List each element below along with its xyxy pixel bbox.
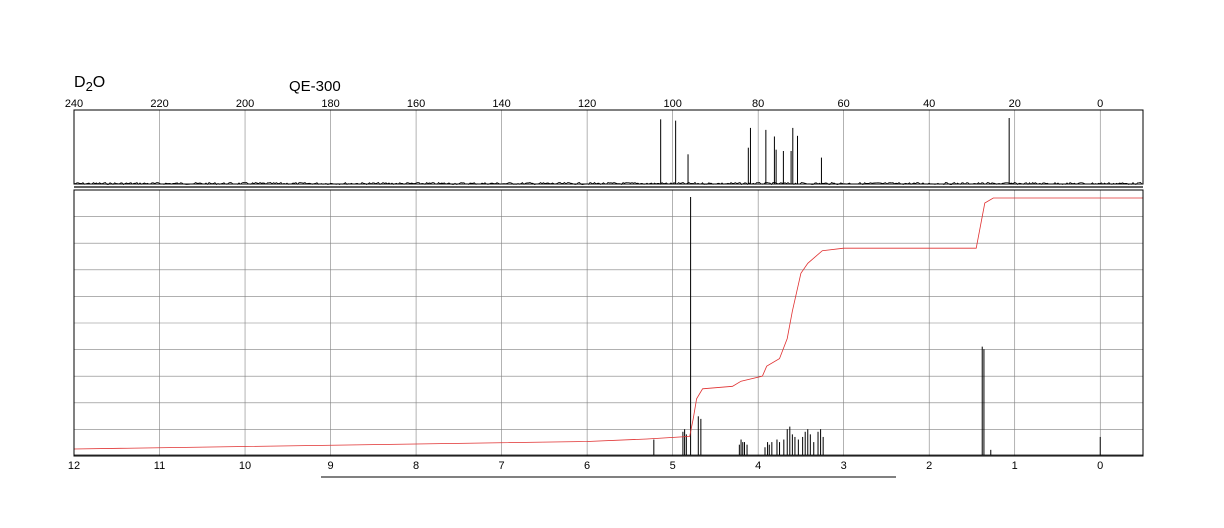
c13-tick-label: 180 <box>321 98 339 110</box>
h1-tick-label: 9 <box>327 460 333 472</box>
c13-tick-label: 240 <box>65 98 83 110</box>
c13-tick-label: 120 <box>578 98 596 110</box>
h1-spectrum <box>74 197 1143 456</box>
h1-tick-label: 6 <box>584 460 590 472</box>
c13-frame <box>73 109 1144 185</box>
h1-tick-label: 8 <box>413 460 419 472</box>
nmr-spectrum-chart: 240 220 200 180 160 140 120 100 80 60 40 20 012 11 10 9… <box>65 98 1144 478</box>
c13-tick-label: 60 <box>838 98 850 110</box>
h1-tick-label: 1 <box>1012 460 1018 472</box>
h1-tick-label: 4 <box>755 460 761 472</box>
c13-grid <box>73 110 1101 184</box>
h1-tick-label: 7 <box>499 460 505 472</box>
c13-tick-label: 40 <box>923 98 935 110</box>
c13-tick-label: 100 <box>663 98 681 110</box>
h1-tick-label: 3 <box>841 460 847 472</box>
c13-tick-label: 140 <box>492 98 510 110</box>
axis-ticks: 240 220 200 180 160 140 120 100 80 60 40 20 012 11 10 9… <box>65 98 1103 472</box>
h1-tick-label: 10 <box>239 460 251 472</box>
c13-tick-label: 160 <box>407 98 425 110</box>
h1-tick-label: 5 <box>670 460 676 472</box>
c13-tick-label: 200 <box>236 98 254 110</box>
c13-tick-label: 20 <box>1009 98 1021 110</box>
h1-tick-label: 11 <box>154 460 165 472</box>
h1-tick-label: 0 <box>1097 460 1103 472</box>
h1-tick-label: 12 <box>68 460 80 472</box>
c13-tick-label: 80 <box>752 98 764 110</box>
h1-tick-label: 2 <box>926 460 932 472</box>
c13-tick-label: 220 <box>150 98 168 110</box>
c13-spectrum <box>73 118 1143 186</box>
c13-tick-label: 0 <box>1097 98 1103 110</box>
